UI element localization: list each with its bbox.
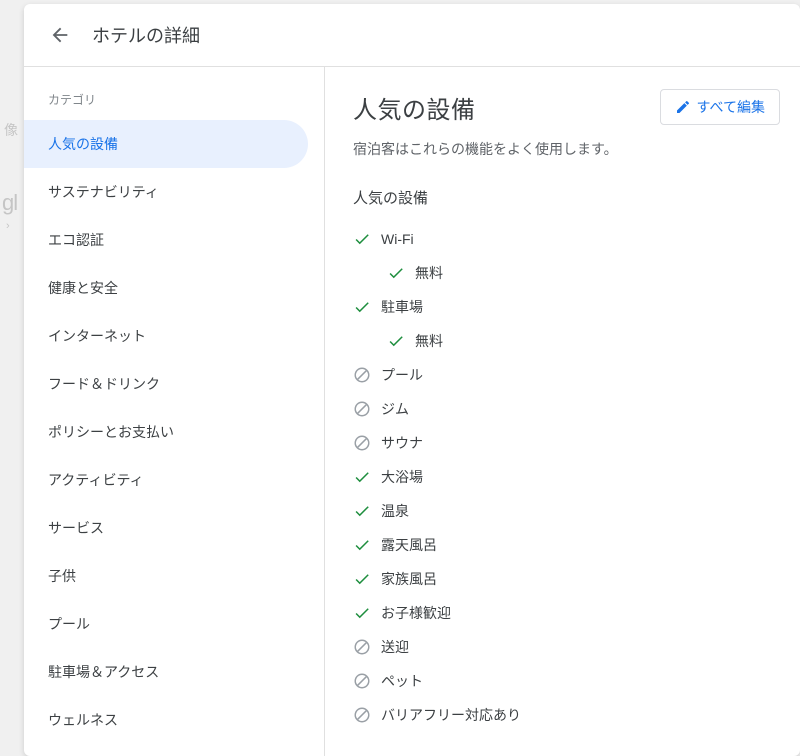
amenity-row: バリアフリー対応あり [353,698,780,732]
panel-body: カテゴリ 人気の設備サステナビリティエコ認証健康と安全インターネットフード＆ドリ… [24,67,800,756]
amenity-label: プール [381,365,423,385]
check-icon [387,264,415,282]
sidebar-item-12[interactable]: ウェルネス [24,696,308,744]
amenity-row: 家族風呂 [353,562,780,596]
edit-all-button[interactable]: すべて編集 [660,89,780,125]
amenity-label: バリアフリー対応あり [381,705,521,725]
amenity-label: 駐車場 [381,297,423,317]
amenity-label: 温泉 [381,501,409,521]
amenity-label: サウナ [381,433,423,453]
unavailable-icon [353,706,381,724]
sidebar-item-1[interactable]: サステナビリティ [24,168,308,216]
amenity-label: 家族風呂 [381,569,437,589]
amenity-row: 露天風呂 [353,528,780,562]
amenities-list: Wi-Fi無料駐車場無料プールジムサウナ大浴場温泉露天風呂家族風呂お子様歓迎送迎… [353,222,780,732]
main-content: 人気の設備 すべて編集 宿泊客はこれらの機能をよく使用します。 人気の設備 Wi… [325,67,800,756]
unavailable-icon [353,638,381,656]
amenity-label: お子様歓迎 [381,603,451,623]
arrow-left-icon [49,24,71,46]
amenity-row: サウナ [353,426,780,460]
check-icon [353,570,381,588]
amenity-label: 送迎 [381,637,409,657]
amenity-row: ジム [353,392,780,426]
panel-header: ホテルの詳細 [24,4,800,67]
pencil-icon [675,99,691,115]
sidebar-item-0[interactable]: 人気の設備 [24,120,308,168]
sidebar-nav-list: 人気の設備サステナビリティエコ認証健康と安全インターネットフード＆ドリンクポリシ… [24,120,324,756]
check-icon [387,332,415,350]
sidebar-item-11[interactable]: 駐車場＆アクセス [24,648,308,696]
amenity-label: ジム [381,399,409,419]
unavailable-icon [353,366,381,384]
sidebar-item-13[interactable]: バリアフリー設備 [24,744,308,756]
amenity-label: 無料 [415,263,443,283]
unavailable-icon [353,434,381,452]
sidebar-item-5[interactable]: フード＆ドリンク [24,360,308,408]
section-header: 人気の設備 すべて編集 [353,89,780,125]
amenity-row: 大浴場 [353,460,780,494]
amenity-row: 無料 [353,324,780,358]
category-sidebar: カテゴリ 人気の設備サステナビリティエコ認証健康と安全インターネットフード＆ドリ… [24,67,325,756]
amenity-row: 無料 [353,256,780,290]
sidebar-item-10[interactable]: プール [24,600,308,648]
sidebar-item-8[interactable]: サービス [24,504,308,552]
check-icon [353,298,381,316]
back-button[interactable] [40,15,80,55]
check-icon [353,604,381,622]
section-subtitle: 宿泊客はこれらの機能をよく使用します。 [353,139,780,159]
amenity-row: ペット [353,664,780,698]
check-icon [353,502,381,520]
sidebar-item-7[interactable]: アクティビティ [24,456,308,504]
sidebar-item-3[interactable]: 健康と安全 [24,264,308,312]
sidebar-item-2[interactable]: エコ認証 [24,216,308,264]
sidebar-item-9[interactable]: 子供 [24,552,308,600]
unavailable-icon [353,400,381,418]
amenities-list-title: 人気の設備 [353,187,780,208]
check-icon [353,468,381,486]
amenity-label: ペット [381,671,423,691]
amenity-row: プール [353,358,780,392]
section-title: 人気の設備 [353,90,660,125]
unavailable-icon [353,672,381,690]
amenity-label: 無料 [415,331,443,351]
amenity-label: 大浴場 [381,467,423,487]
amenity-label: Wi-Fi [381,231,414,247]
check-icon [353,230,381,248]
hotel-details-panel: ホテルの詳細 カテゴリ 人気の設備サステナビリティエコ認証健康と安全インターネッ… [24,4,800,756]
sidebar-section-label: カテゴリ [24,85,324,120]
amenity-row: 送迎 [353,630,780,664]
amenity-row: Wi-Fi [353,222,780,256]
sidebar-item-6[interactable]: ポリシーとお支払い [24,408,308,456]
amenity-row: お子様歓迎 [353,596,780,630]
sidebar-item-4[interactable]: インターネット [24,312,308,360]
amenity-row: 駐車場 [353,290,780,324]
check-icon [353,536,381,554]
header-title: ホテルの詳細 [92,22,200,48]
amenity-row: 温泉 [353,494,780,528]
amenity-label: 露天風呂 [381,535,437,555]
edit-all-label: すべて編集 [697,97,765,117]
